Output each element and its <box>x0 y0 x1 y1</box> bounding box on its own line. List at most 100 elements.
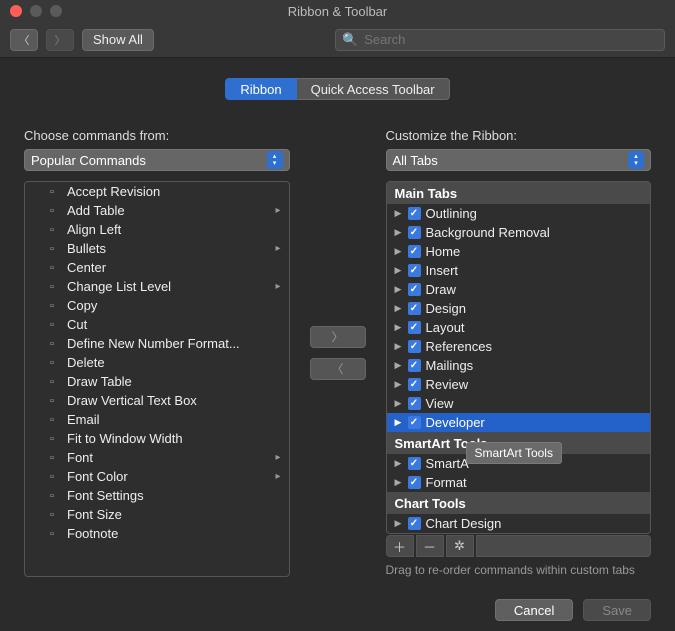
search-input[interactable]: 🔍 <box>335 29 665 51</box>
remove-tab-button[interactable]: － <box>416 535 444 557</box>
checkbox[interactable]: ✓ <box>408 207 421 220</box>
list-item[interactable]: ▫Bullets▸ <box>25 239 289 258</box>
ribbon-label: Customize the Ribbon: <box>386 128 652 143</box>
list-item[interactable]: ▫Center <box>25 258 289 277</box>
tree-item[interactable]: ▶✓Home <box>387 242 651 261</box>
checkbox[interactable]: ✓ <box>408 397 421 410</box>
tree-item[interactable]: ▶✓Review <box>387 375 651 394</box>
list-item[interactable]: ▫ Delete <box>25 353 289 372</box>
tree-item[interactable]: ▶ ✓ Background Removal <box>387 223 651 242</box>
list-item[interactable]: ▫Font Color▸ <box>25 467 289 486</box>
tree-item[interactable]: ▶✓References <box>387 337 651 356</box>
tab-quick-access-toolbar[interactable]: Quick Access Toolbar <box>297 78 450 100</box>
disclosure-icon[interactable]: ▶ <box>395 379 403 390</box>
tree-item-label: Background Removal <box>426 225 550 240</box>
tree-item[interactable]: ▶✓View <box>387 394 651 413</box>
back-button[interactable]: 〈 <box>10 29 38 51</box>
disclosure-icon[interactable]: ▶ <box>395 398 403 409</box>
command-icon: ▫ <box>45 432 59 446</box>
list-item[interactable]: ▫Copy <box>25 296 289 315</box>
list-item[interactable]: ▫Fit to Window Width <box>25 429 289 448</box>
close-window-icon[interactable] <box>10 5 22 17</box>
command-label: Email <box>67 412 100 427</box>
checkbox[interactable]: ✓ <box>408 476 421 489</box>
tree-item[interactable]: ▶✓Draw <box>387 280 651 299</box>
command-label: Copy <box>67 298 97 313</box>
ribbon-dropdown[interactable]: All Tabs ▴▾ <box>386 149 652 171</box>
remove-command-button[interactable]: 〈 <box>310 358 366 380</box>
checkbox[interactable]: ✓ <box>408 517 421 530</box>
list-item[interactable]: ▫Accept Revision <box>25 182 289 201</box>
disclosure-icon[interactable]: ▶ <box>395 227 403 238</box>
disclosure-icon[interactable]: ▶ <box>395 458 403 469</box>
checkbox[interactable]: ✓ <box>408 340 421 353</box>
list-item[interactable]: ▫Font▸ <box>25 448 289 467</box>
submenu-icon: ▸ <box>275 205 280 216</box>
disclosure-icon[interactable]: ▶ <box>395 341 403 352</box>
forward-button[interactable]: 〉 <box>46 29 74 51</box>
list-item[interactable]: ▫Define New Number Format... <box>25 334 289 353</box>
tree-item[interactable]: ▶✓Chart Design <box>387 514 651 533</box>
command-label: Font Size <box>67 507 122 522</box>
list-item[interactable]: ▫Draw Vertical Text Box <box>25 391 289 410</box>
checkbox[interactable]: ✓ <box>408 226 421 239</box>
disclosure-icon[interactable]: ▶ <box>395 303 403 314</box>
command-label: Add Table <box>67 203 125 218</box>
minimize-window-icon[interactable] <box>30 5 42 17</box>
disclosure-icon[interactable]: ▶ <box>395 265 403 276</box>
list-item[interactable]: ▫Add Table▸ <box>25 201 289 220</box>
tree-item[interactable]: ▶✓Insert <box>387 261 651 280</box>
tree-item[interactable]: ▶✓Design <box>387 299 651 318</box>
command-label: Draw Vertical Text Box <box>67 393 197 408</box>
list-item[interactable]: ▫Draw Table <box>25 372 289 391</box>
checkbox[interactable]: ✓ <box>408 359 421 372</box>
tab-ribbon[interactable]: Ribbon <box>225 78 296 100</box>
tree-item[interactable]: ▶✓Format <box>387 473 651 492</box>
settings-button[interactable]: ✲ <box>446 535 474 557</box>
list-item[interactable]: ▫Font Size <box>25 505 289 524</box>
search-icon: 🔍 <box>342 32 358 48</box>
checkbox[interactable]: ✓ <box>408 457 421 470</box>
show-all-button[interactable]: Show All <box>82 29 154 51</box>
list-item[interactable]: ▫Cut <box>25 315 289 334</box>
tree-item[interactable]: ▶✓Developer <box>387 413 651 432</box>
add-command-button[interactable]: 〉 <box>310 326 366 348</box>
disclosure-icon[interactable]: ▶ <box>395 360 403 371</box>
checkbox[interactable]: ✓ <box>408 378 421 391</box>
add-tab-button[interactable]: ＋ <box>386 535 414 557</box>
ribbon-tree[interactable]: Main Tabs▶✓Outlining▶✓Background Removal… <box>387 182 651 533</box>
dialog-footer: Cancel Save <box>0 589 675 631</box>
list-item[interactable]: ▫Footnote <box>25 524 289 543</box>
command-label: Bullets <box>67 241 106 256</box>
search-field[interactable] <box>364 32 658 47</box>
cancel-button[interactable]: Cancel <box>495 599 573 621</box>
tree-item[interactable]: ▶✓Mailings <box>387 356 651 375</box>
command-icon: ▫ <box>45 356 59 370</box>
disclosure-icon[interactable]: ▶ <box>395 322 403 333</box>
disclosure-icon[interactable]: ▶ <box>395 518 403 529</box>
list-item[interactable]: ▫Email <box>25 410 289 429</box>
checkbox[interactable]: ✓ <box>408 264 421 277</box>
submenu-icon: ▸ <box>275 452 280 463</box>
checkbox[interactable]: ✓ <box>408 416 421 429</box>
disclosure-icon[interactable]: ▶ <box>395 477 403 488</box>
checkbox[interactable]: ✓ <box>408 302 421 315</box>
save-button[interactable]: Save <box>583 599 651 621</box>
command-label: Delete <box>67 355 105 370</box>
disclosure-icon[interactable]: ▶ <box>395 246 403 257</box>
list-item[interactable]: ▫Font Settings <box>25 486 289 505</box>
disclosure-icon[interactable]: ▶ <box>395 284 403 295</box>
list-item[interactable]: ▫Change List Level▸ <box>25 277 289 296</box>
disclosure-icon[interactable]: ▶ <box>395 417 403 428</box>
checkbox[interactable]: ✓ <box>408 283 421 296</box>
gear-icon: ✲ <box>454 538 465 554</box>
commands-list[interactable]: ▫Accept Revision▫Add Table▸▫Align Left▫B… <box>25 182 289 576</box>
zoom-window-icon[interactable] <box>50 5 62 17</box>
list-item[interactable]: ▫Align Left <box>25 220 289 239</box>
checkbox[interactable]: ✓ <box>408 245 421 258</box>
commands-dropdown[interactable]: Popular Commands ▴▾ <box>24 149 290 171</box>
tree-item[interactable]: ▶✓Layout <box>387 318 651 337</box>
tree-item[interactable]: ▶✓Outlining <box>387 204 651 223</box>
checkbox[interactable]: ✓ <box>408 321 421 334</box>
disclosure-icon[interactable]: ▶ <box>395 208 403 219</box>
